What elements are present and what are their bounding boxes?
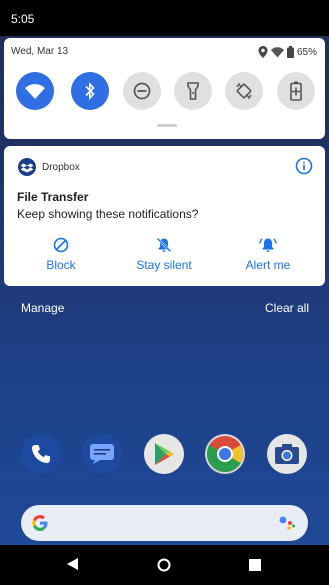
wifi-tile[interactable] [16,72,54,110]
chrome-app-icon[interactable] [205,434,245,474]
info-icon[interactable] [295,157,313,175]
wifi-signal-icon [270,46,284,57]
block-button[interactable]: Block [21,237,101,273]
rotate-icon [236,82,252,100]
bluetooth-icon [85,82,95,100]
chrome-icon [206,436,244,473]
do-not-disturb-tile[interactable] [123,72,161,110]
google-search-bar[interactable] [21,505,308,541]
manage-button[interactable]: Manage [21,301,64,315]
phone-app-icon[interactable] [21,434,61,474]
alert-me-label: Alert me [245,258,291,272]
bell-ring-icon [259,238,277,252]
battery-saver-icon [290,81,302,101]
block-icon [53,237,69,253]
google-assistant-icon[interactable] [278,515,296,531]
location-icon [258,46,268,58]
alert-me-button[interactable]: Alert me [228,237,308,273]
quick-settings-header: Wed, Mar 13 65% [11,46,317,62]
date-label[interactable]: Wed, Mar 13 [11,46,68,57]
dnd-icon [133,82,151,100]
google-logo-icon [32,515,48,531]
status-icons: 65% [258,46,317,58]
bluetooth-tile[interactable] [71,72,109,110]
auto-rotate-tile[interactable] [225,72,263,110]
home-icon[interactable] [157,558,171,572]
flashlight-icon [187,82,199,100]
battery-saver-tile[interactable] [277,72,315,110]
clear-all-button[interactable]: Clear all [265,301,309,315]
notification-title: File Transfer [17,190,89,204]
quick-settings-panel: Wed, Mar 13 65% [4,38,325,139]
messages-icon [90,444,114,464]
play-store-app-icon[interactable] [144,434,184,474]
navigation-bar [0,545,329,585]
flashlight-tile[interactable] [174,72,212,110]
notification-text: Keep showing these notifications? [17,207,199,221]
back-icon[interactable] [66,557,80,571]
status-time: 5:05 [11,12,35,26]
dropbox-app-icon [18,158,36,176]
phone-icon [32,445,50,463]
stay-silent-label: Stay silent [136,258,192,272]
panel-drag-handle[interactable] [157,124,177,127]
battery-icon [286,46,294,58]
notification-header: Dropbox [18,158,80,176]
recents-icon[interactable] [249,559,261,571]
notification-card[interactable]: Dropbox File Transfer Keep showing these… [4,146,325,286]
notification-app-name: Dropbox [42,161,80,173]
battery-percent: 65% [296,46,317,58]
wifi-icon [25,83,45,99]
messages-app-icon[interactable] [82,434,122,474]
status-bar: 5:05 [0,0,329,36]
bell-off-icon [156,237,172,253]
play-store-icon [155,443,174,465]
camera-app-icon[interactable] [267,434,307,474]
block-label: Block [46,258,76,272]
stay-silent-button[interactable]: Stay silent [124,237,204,273]
camera-icon [275,444,299,464]
